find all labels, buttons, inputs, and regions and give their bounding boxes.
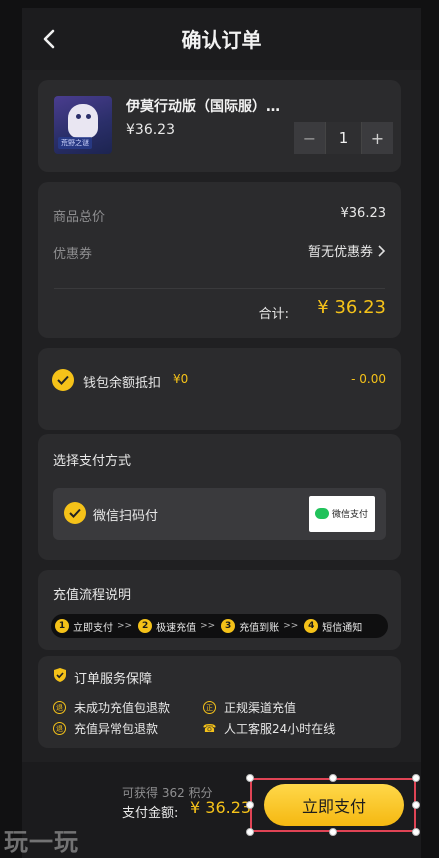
order-page: 确认订单 荒野之谜 伊莫行动版（国际服）… ¥36.23 − 1 + 商品总价 … xyxy=(22,8,421,858)
coupon-selector[interactable]: 暂无优惠券 xyxy=(308,241,386,260)
product-thumbnail: 荒野之谜 xyxy=(54,96,112,154)
service-item: 退 充值异常包退款 xyxy=(53,720,158,737)
pay-now-button[interactable]: 立即支付 xyxy=(264,784,404,826)
sum-label: 合计: xyxy=(258,307,289,322)
flow-step-label: 极速充值 xyxy=(156,622,197,634)
wallet-deduct: - 0.00 xyxy=(351,372,386,386)
selection-handle xyxy=(246,801,254,809)
checkout-footer: 可获得 362 积分 支付金额: ¥ 36.23 立即支付 xyxy=(22,762,421,858)
wallet-card: 钱包余额抵扣 ¥0 - 0.00 xyxy=(38,348,401,430)
mascot-eye xyxy=(76,114,81,119)
top-bar: 确认订单 xyxy=(22,8,421,70)
flow-step: 1 立即支付 xyxy=(55,619,113,634)
flow-step-number: 4 xyxy=(304,619,319,633)
service-item: ☎ 人工客服24小时在线 xyxy=(202,720,336,737)
selection-handle xyxy=(329,774,337,782)
payment-method-card: 选择支付方式 微信扫码付 微信支付 xyxy=(38,434,401,560)
wechat-pay-logo-text: 微信支付 xyxy=(332,510,369,520)
flow-arrow: >> xyxy=(283,621,299,631)
payment-section-title: 选择支付方式 xyxy=(53,454,132,469)
service-title: 订单服务保障 xyxy=(74,672,153,687)
flow-step-number: 3 xyxy=(221,619,236,633)
mascot-eye xyxy=(86,114,91,119)
page-title: 确认订单 xyxy=(181,28,262,52)
wallet-label: 钱包余额抵扣 xyxy=(83,376,162,391)
price-summary-card: 商品总价 ¥36.23 优惠券 暂无优惠券 合计: ¥ 36.23 xyxy=(38,182,401,338)
wallet-balance: ¥0 xyxy=(173,372,189,386)
flow-title: 充值流程说明 xyxy=(53,588,132,603)
quantity-value[interactable]: 1 xyxy=(325,122,362,154)
flow-step-number: 1 xyxy=(55,619,69,633)
service-item-label: 正规渠道充值 xyxy=(224,701,297,715)
selection-handle xyxy=(246,774,254,782)
flow-step: 4 短信通知 xyxy=(304,619,362,634)
selection-handle xyxy=(329,828,337,836)
wechat-pay-logo: 微信支付 xyxy=(309,496,375,532)
flow-step-label: 短信通知 xyxy=(322,622,363,634)
flow-step: 3 充值到账 xyxy=(221,619,279,634)
flow-step-label: 立即支付 xyxy=(73,622,113,634)
check-icon xyxy=(57,375,69,385)
payment-method-label: 微信扫码付 xyxy=(93,509,159,524)
service-item-label: 未成功充值包退款 xyxy=(74,701,171,715)
pay-amount-label: 支付金额: xyxy=(122,806,179,821)
flow-step-number: 2 xyxy=(138,619,153,633)
service-guarantee-card: 订单服务保障 退 未成功充值包退款 正 正规渠道充值 退 充值异常包退款 ☎ 人… xyxy=(38,656,401,748)
total-value: ¥36.23 xyxy=(340,206,387,221)
shield-check-icon xyxy=(54,668,66,682)
service-item: 退 未成功充值包退款 xyxy=(53,699,170,716)
official-icon: 正 xyxy=(203,701,216,714)
thumbnail-tag: 荒野之谜 xyxy=(58,137,92,149)
selection-handle xyxy=(412,828,420,836)
increase-button[interactable]: + xyxy=(362,122,393,154)
pay-amount-value: ¥ 36.23 xyxy=(190,798,252,817)
mascot-shape xyxy=(68,104,98,138)
check-icon xyxy=(69,508,81,518)
chevron-right-icon xyxy=(378,244,386,257)
recharge-flow-card: 充值流程说明 1 立即支付 >> 2 极速充值 >> 3 充值到账 >> 4 短信通知 xyxy=(38,570,401,650)
flow-step: 2 极速充值 xyxy=(138,619,196,634)
wallet-checkbox[interactable] xyxy=(52,369,74,391)
refund-icon: 退 xyxy=(53,722,66,735)
headset-icon: ☎ xyxy=(202,722,217,735)
wechat-pay-option[interactable]: 微信扫码付 微信支付 xyxy=(53,488,386,540)
selection-handle xyxy=(412,801,420,809)
wechat-icon xyxy=(315,508,329,519)
total-label: 商品总价 xyxy=(53,210,106,225)
coupon-label: 优惠券 xyxy=(53,247,93,262)
service-item-label: 充值异常包退款 xyxy=(74,722,159,736)
service-item: 正 正规渠道充值 xyxy=(203,699,296,716)
product-price: ¥36.23 xyxy=(126,122,175,138)
service-item-label: 人工客服24小时在线 xyxy=(224,722,336,736)
payment-checkbox[interactable] xyxy=(64,502,86,524)
sum-value: ¥ 36.23 xyxy=(317,297,386,318)
flow-steps: 1 立即支付 >> 2 极速充值 >> 3 充值到账 >> 4 短信通知 xyxy=(51,614,388,638)
refund-icon: 退 xyxy=(53,701,66,714)
product-card: 荒野之谜 伊莫行动版（国际服）… ¥36.23 − 1 + xyxy=(38,80,401,172)
flow-arrow: >> xyxy=(117,621,133,631)
selection-handle xyxy=(412,774,420,782)
quantity-stepper: − 1 + xyxy=(294,122,393,154)
selection-handle xyxy=(246,828,254,836)
product-name: 伊莫行动版（国际服）… xyxy=(126,99,280,115)
watermark: 玩一玩 xyxy=(4,828,79,856)
coupon-value: 暂无优惠券 xyxy=(307,245,373,260)
flow-arrow: >> xyxy=(200,621,216,631)
flow-step-label: 充值到账 xyxy=(239,622,280,634)
divider xyxy=(54,288,385,289)
decrease-button[interactable]: − xyxy=(294,122,325,154)
